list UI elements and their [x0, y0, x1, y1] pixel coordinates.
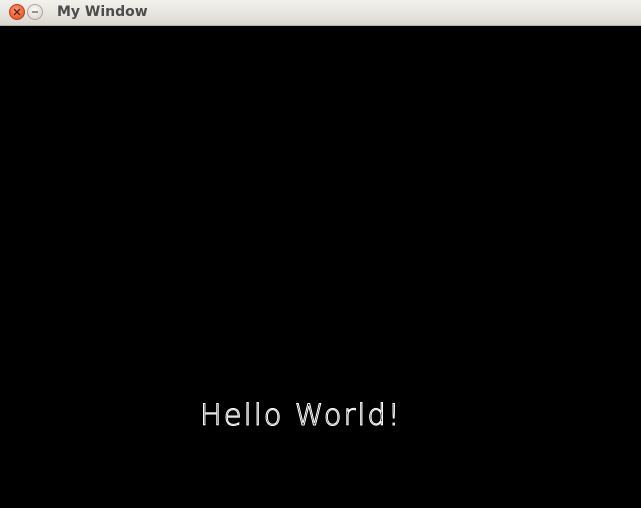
minimize-icon: [31, 8, 39, 16]
app-window: My Window Hello World!: [0, 0, 641, 508]
drawing-canvas: Hello World!: [0, 26, 641, 508]
close-icon: [13, 8, 21, 16]
close-button[interactable]: [9, 4, 25, 20]
window-title: My Window: [57, 4, 148, 20]
hello-text: Hello World!: [199, 398, 402, 433]
title-bar[interactable]: My Window: [0, 0, 641, 26]
minimize-button[interactable]: [27, 4, 43, 20]
